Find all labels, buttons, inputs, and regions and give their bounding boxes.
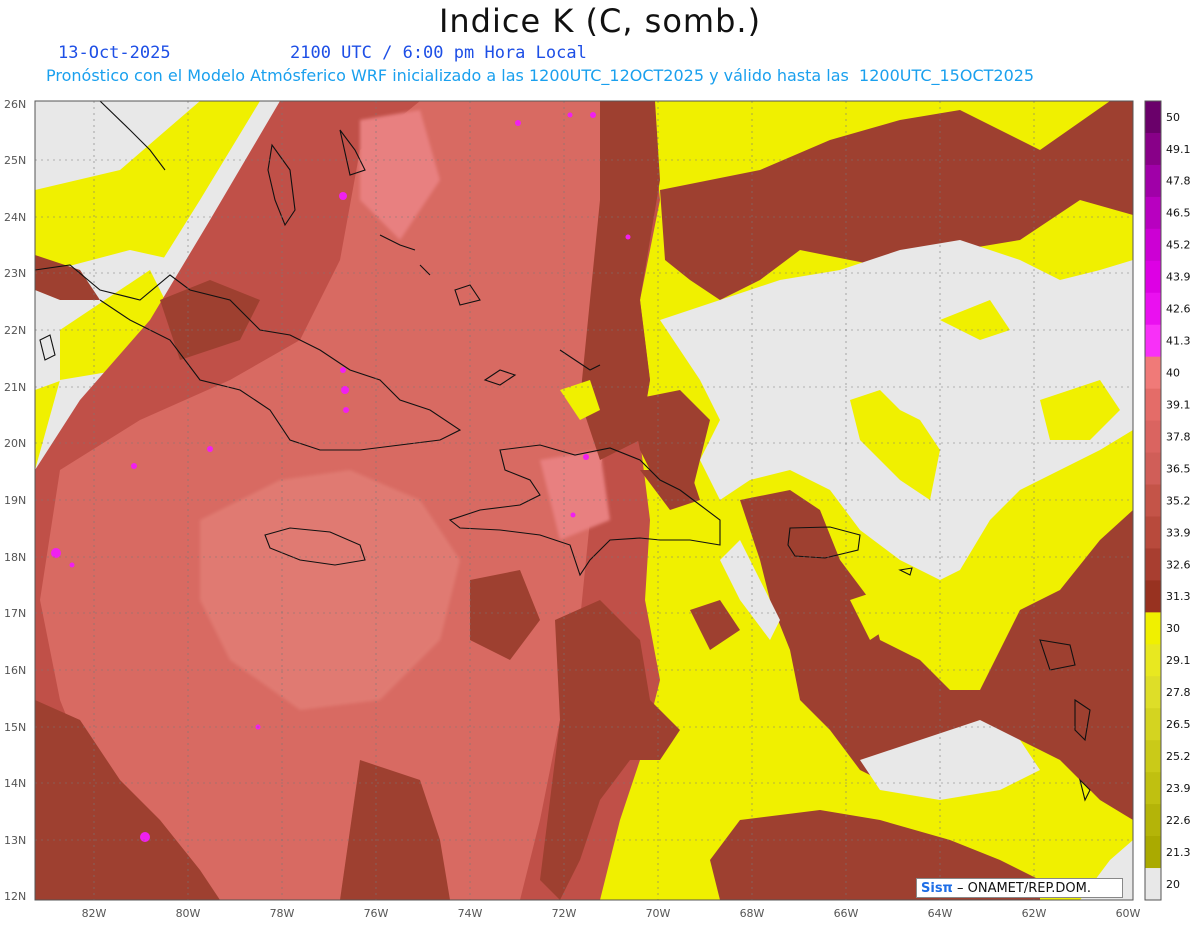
colorbar-swatch bbox=[1145, 548, 1161, 581]
lon-label: 74W bbox=[458, 907, 483, 920]
lon-label: 82W bbox=[82, 907, 107, 920]
colorbar-swatch bbox=[1145, 420, 1161, 454]
colorbar-level-label: 30 bbox=[1166, 622, 1180, 635]
colorbar-level-label: 37.8 bbox=[1166, 430, 1191, 443]
colorbar-level-label: 32.6 bbox=[1166, 558, 1191, 571]
lat-label: 25N bbox=[4, 154, 26, 167]
colorbar-level-label: 45.2 bbox=[1166, 239, 1191, 252]
colorbar-level-label: 20 bbox=[1166, 878, 1180, 891]
colorbar-level-label: 36.5 bbox=[1166, 462, 1191, 475]
lat-label: 12N bbox=[4, 890, 26, 903]
colorbar-level-label: 23.9 bbox=[1166, 782, 1191, 795]
lat-label: 16N bbox=[4, 664, 26, 677]
lat-label: 26N bbox=[4, 98, 26, 111]
colorbar-swatch bbox=[1145, 740, 1161, 773]
colorbar-level-label: 50 bbox=[1166, 111, 1180, 124]
colorbar-swatch bbox=[1145, 612, 1161, 645]
lat-label: 22N bbox=[4, 324, 26, 337]
colorbar-swatch bbox=[1145, 580, 1161, 613]
lat-label: 19N bbox=[4, 494, 26, 507]
colorbar-level-label: 49.1 bbox=[1166, 143, 1191, 156]
colorbar-swatch bbox=[1145, 324, 1161, 358]
colorbar-level-label: 26.5 bbox=[1166, 718, 1191, 731]
lon-label: 76W bbox=[364, 907, 389, 920]
colorbar-swatch bbox=[1145, 708, 1161, 741]
lon-label: 60W bbox=[1116, 907, 1141, 920]
latitude-labels: 26N 25N 24N 23N 22N 21N 20N 19N 18N 17N … bbox=[4, 98, 26, 903]
sispi-logo-text: Sisπ bbox=[921, 881, 953, 896]
lon-label: 78W bbox=[270, 907, 295, 920]
lat-label: 15N bbox=[4, 721, 26, 734]
footer-org: – ONAMET/REP.DOM. bbox=[952, 881, 1091, 896]
credit-footer: Sisπ – ONAMET/REP.DOM. bbox=[916, 878, 1123, 898]
colorbar-level-label: 27.8 bbox=[1166, 686, 1191, 699]
colorbar-swatch bbox=[1145, 228, 1161, 262]
colorbar-level-label: 35.2 bbox=[1166, 494, 1191, 507]
colorbar-swatch bbox=[1145, 772, 1161, 805]
colorbar-level-label: 42.6 bbox=[1166, 303, 1191, 316]
lat-label: 14N bbox=[4, 777, 26, 790]
colorbar-level-label: 40 bbox=[1166, 366, 1180, 379]
lon-label: 64W bbox=[928, 907, 953, 920]
colorbar-level-label: 29.1 bbox=[1166, 654, 1191, 667]
colorbar-level-label: 47.8 bbox=[1166, 175, 1191, 188]
colorbar-level-label: 21.3 bbox=[1166, 846, 1191, 859]
lon-label: 70W bbox=[646, 907, 671, 920]
lat-label: 17N bbox=[4, 607, 26, 620]
lat-label: 13N bbox=[4, 834, 26, 847]
colorbar-swatch bbox=[1145, 868, 1161, 901]
colorbar-swatch bbox=[1145, 516, 1161, 549]
colorbar-swatch bbox=[1145, 452, 1161, 486]
colorbar-swatch bbox=[1145, 132, 1161, 166]
k-index-map: 26N 25N 24N 23N 22N 21N 20N 19N 18N 17N … bbox=[4, 98, 1191, 920]
colorbar-level-label: 31.3 bbox=[1166, 590, 1191, 603]
lon-label: 72W bbox=[552, 907, 577, 920]
colorbar-level-label: 46.5 bbox=[1166, 207, 1191, 220]
lon-label: 80W bbox=[176, 907, 201, 920]
colorbar-level-label: 43.9 bbox=[1166, 271, 1191, 284]
lon-label: 66W bbox=[834, 907, 859, 920]
colorbar-swatch bbox=[1145, 836, 1161, 869]
colorbar-level-label: 22.6 bbox=[1166, 814, 1191, 827]
colorbar-swatch bbox=[1145, 388, 1161, 422]
colorbar-swatch bbox=[1145, 644, 1161, 677]
lat-label: 23N bbox=[4, 267, 26, 280]
colorbar-swatch bbox=[1145, 356, 1161, 390]
lon-label: 68W bbox=[740, 907, 765, 920]
colorbar-swatch bbox=[1145, 292, 1161, 326]
colorbar-level-label: 41.3 bbox=[1166, 335, 1191, 348]
lat-label: 21N bbox=[4, 381, 26, 394]
lat-label: 24N bbox=[4, 211, 26, 224]
colorbar-level-label: 39.1 bbox=[1166, 398, 1191, 411]
colorbar-swatch bbox=[1145, 196, 1161, 230]
lat-label: 20N bbox=[4, 437, 26, 450]
colorbar-swatch bbox=[1145, 804, 1161, 837]
colorbar: 50 49.1 47.8 46.5 45.2 43.9 42.6 41.3 40 39.1 37.8… bbox=[1144, 100, 1191, 901]
colorbar-swatch bbox=[1145, 101, 1161, 134]
lon-label: 62W bbox=[1022, 907, 1047, 920]
colorbar-level-label: 25.2 bbox=[1166, 750, 1191, 763]
lat-label: 18N bbox=[4, 551, 26, 564]
colorbar-swatch bbox=[1145, 164, 1161, 198]
k-index-field bbox=[35, 101, 1133, 900]
colorbar-swatch bbox=[1145, 484, 1161, 517]
colorbar-swatch bbox=[1145, 676, 1161, 709]
longitude-labels: 82W 80W 78W 76W 74W 72W 70W 68W 66W 64W … bbox=[82, 907, 1141, 920]
colorbar-level-label: 33.9 bbox=[1166, 526, 1191, 539]
colorbar-swatch bbox=[1145, 260, 1161, 294]
